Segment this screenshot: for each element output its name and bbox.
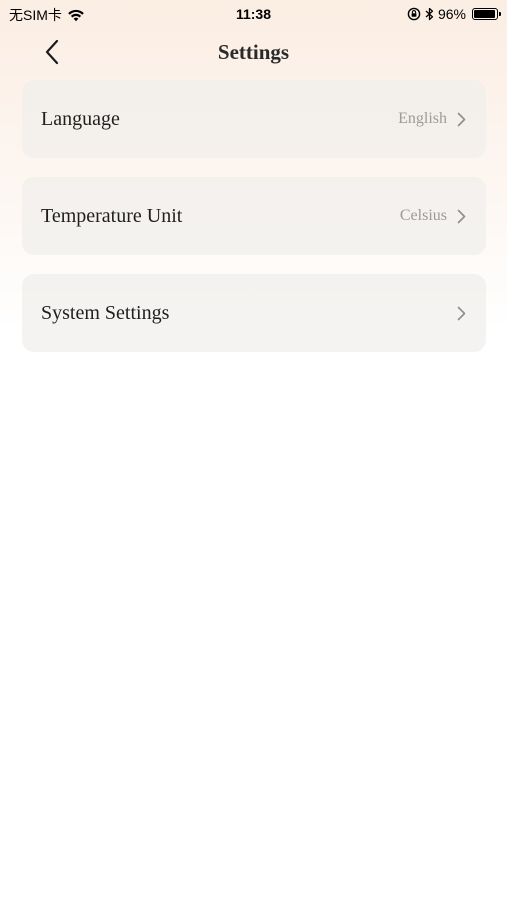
battery-icon xyxy=(472,8,501,20)
setting-item-language[interactable]: Language English xyxy=(22,80,486,158)
setting-value: English xyxy=(398,110,447,127)
navigation-bar: Settings xyxy=(0,30,507,74)
status-bar: 无SIM卡 11:38 96% xyxy=(0,0,507,30)
bluetooth-icon xyxy=(425,7,434,21)
battery-percent: 96% xyxy=(437,6,466,22)
setting-label: Temperature Unit xyxy=(41,204,183,227)
chevron-right-icon xyxy=(457,112,466,127)
setting-value: Celsius xyxy=(399,207,447,224)
setting-item-temperature-unit[interactable]: Temperature Unit Celsius xyxy=(22,177,486,255)
chevron-right-icon xyxy=(457,306,466,321)
page-title: Settings xyxy=(217,40,290,64)
chevron-right-icon xyxy=(457,209,466,224)
setting-label: System Settings xyxy=(41,301,170,324)
orientation-lock-icon xyxy=(407,7,421,21)
settings-list: Language English Temperature Unit Celsiu… xyxy=(22,80,486,371)
setting-label: Language xyxy=(41,107,120,130)
setting-right: English xyxy=(398,110,466,128)
battery-tip xyxy=(499,12,501,16)
status-bar-right: 96% xyxy=(407,5,501,23)
setting-right: Celsius xyxy=(400,207,466,225)
setting-item-system-settings[interactable]: System Settings xyxy=(22,274,486,352)
battery-level-fill xyxy=(474,10,496,18)
setting-right xyxy=(457,306,466,321)
